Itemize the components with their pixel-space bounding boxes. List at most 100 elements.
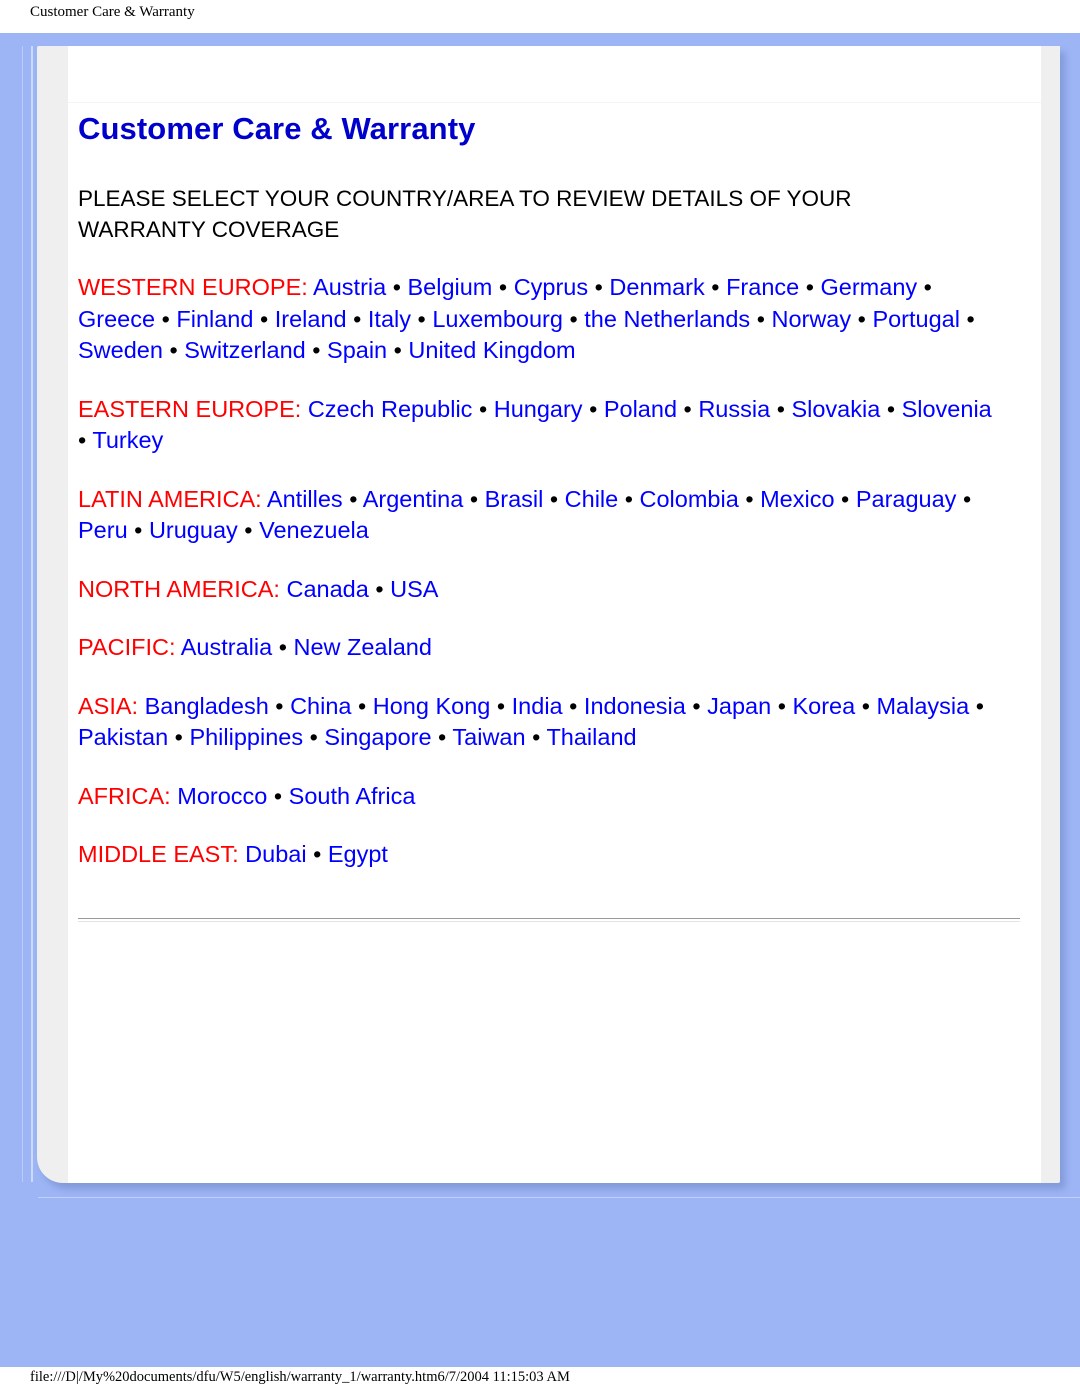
country-link[interactable]: Peru — [78, 517, 128, 543]
country-link[interactable]: Dubai — [245, 841, 306, 867]
region-label: AFRICA: — [78, 782, 171, 809]
bullet-separator: • — [855, 692, 877, 719]
bullet-separator: • — [969, 692, 984, 719]
country-link[interactable]: Austria — [313, 274, 386, 300]
country-link[interactable]: Thailand — [546, 724, 636, 750]
country-link[interactable]: Portugal — [872, 306, 960, 332]
bullet-separator: • — [303, 724, 325, 751]
region-label: EASTERN EUROPE: — [78, 395, 302, 422]
bullet-separator: • — [78, 427, 93, 454]
region-row: NORTH AMERICA: Canada • USA — [78, 547, 998, 606]
country-link[interactable]: South Africa — [289, 783, 416, 809]
country-link[interactable]: Argentina — [363, 486, 464, 512]
bullet-separator: • — [562, 692, 584, 719]
country-link[interactable]: USA — [390, 576, 438, 602]
country-link[interactable]: Japan — [707, 693, 771, 719]
bullet-separator: • — [237, 517, 260, 544]
country-link[interactable]: Colombia — [640, 486, 739, 512]
region-label: LATIN AMERICA: — [78, 485, 262, 512]
bullet-separator: • — [168, 724, 190, 751]
country-link[interactable]: Uruguay — [149, 517, 238, 543]
region-row: PACIFIC: Australia • New Zealand — [78, 605, 998, 664]
country-link[interactable]: Denmark — [609, 274, 704, 300]
country-link[interactable]: Hungary — [494, 396, 583, 422]
country-link[interactable]: Switzerland — [184, 337, 305, 363]
country-link[interactable]: United Kingdom — [408, 337, 575, 363]
country-link[interactable]: France — [726, 274, 799, 300]
country-link[interactable]: Taiwan — [452, 724, 525, 750]
bullet-separator: • — [618, 485, 640, 512]
bullet-separator: • — [582, 395, 604, 422]
country-link[interactable]: Cyprus — [514, 274, 588, 300]
country-link[interactable]: Pakistan — [78, 724, 168, 750]
bullet-separator: • — [956, 485, 972, 512]
country-link[interactable]: Spain — [327, 337, 387, 363]
bullet-separator: • — [342, 485, 363, 512]
country-link[interactable]: Venezuela — [259, 517, 369, 543]
country-link[interactable]: Belgium — [407, 274, 492, 300]
section-divider — [78, 917, 1020, 922]
country-link[interactable]: Slovenia — [902, 396, 992, 422]
country-link[interactable]: Antilles — [267, 486, 343, 512]
bullet-separator: • — [162, 337, 185, 364]
country-link[interactable]: Norway — [771, 306, 851, 332]
bullet-separator: • — [267, 782, 289, 809]
country-link[interactable]: Australia — [181, 634, 272, 660]
country-link[interactable]: Paraguay — [856, 486, 957, 512]
region-row: MIDDLE EAST: Dubai • Egypt — [78, 812, 998, 871]
bullet-separator: • — [346, 305, 368, 332]
country-link[interactable]: Korea — [792, 693, 855, 719]
country-link[interactable]: Indonesia — [584, 693, 686, 719]
region-row: EASTERN EUROPE: Czech Republic • Hungary… — [78, 367, 998, 457]
bullet-separator: • — [543, 485, 565, 512]
bullet-separator: • — [851, 305, 873, 332]
bullet-separator: • — [525, 724, 547, 751]
country-link[interactable]: Finland — [176, 306, 253, 332]
left-rule-inner — [31, 46, 33, 1182]
left-rule-outer — [22, 46, 23, 1182]
bullet-separator: • — [704, 274, 727, 301]
country-link[interactable]: Slovakia — [791, 396, 880, 422]
country-link[interactable]: Mexico — [760, 486, 834, 512]
country-link[interactable]: Luxembourg — [432, 306, 563, 332]
country-link[interactable]: Chile — [565, 486, 619, 512]
country-link[interactable]: Morocco — [177, 783, 267, 809]
country-link[interactable]: Malaysia — [876, 693, 969, 719]
region-list: WESTERN EUROPE: Austria • Belgium • Cypr… — [78, 245, 998, 871]
country-link[interactable]: Sweden — [78, 337, 163, 363]
country-link[interactable]: Canada — [286, 576, 368, 602]
country-link[interactable]: Russia — [698, 396, 770, 422]
sheet-seam — [68, 102, 1041, 103]
region-label: ASIA: — [78, 692, 139, 719]
region-row: WESTERN EUROPE: Austria • Belgium • Cypr… — [78, 245, 998, 367]
country-link[interactable]: India — [512, 693, 563, 719]
country-link[interactable]: Poland — [604, 396, 677, 422]
bullet-separator: • — [305, 337, 328, 364]
bullet-separator: • — [738, 485, 761, 512]
region-label: PACIFIC: — [78, 634, 176, 661]
region-row: AFRICA: Morocco • South Africa — [78, 754, 998, 813]
region-label: MIDDLE EAST: — [78, 841, 239, 868]
region-row: LATIN AMERICA: Antilles • Argentina • Br… — [78, 457, 998, 547]
country-link[interactable]: Egypt — [328, 841, 388, 867]
country-link[interactable]: the Netherlands — [584, 306, 750, 332]
country-link[interactable]: Czech Republic — [308, 396, 473, 422]
country-link[interactable]: Ireland — [275, 306, 347, 332]
country-link[interactable]: Hong Kong — [373, 693, 491, 719]
country-link[interactable]: Philippines — [189, 724, 303, 750]
country-link[interactable]: China — [290, 693, 351, 719]
content-area: Customer Care & Warranty PLEASE SELECT Y… — [78, 110, 1020, 930]
bullet-separator: • — [959, 305, 975, 332]
country-link[interactable]: Turkey — [92, 427, 163, 453]
country-link[interactable]: Brasil — [485, 486, 544, 512]
bullet-separator: • — [386, 274, 408, 301]
bullet-separator: • — [411, 305, 433, 332]
country-link[interactable]: Bangladesh — [145, 693, 269, 719]
bullet-separator: • — [272, 634, 294, 661]
country-link[interactable]: Singapore — [324, 724, 431, 750]
country-link[interactable]: New Zealand — [293, 634, 431, 660]
country-link[interactable]: Greece — [78, 306, 155, 332]
country-link[interactable]: Italy — [368, 306, 411, 332]
bullet-separator: • — [492, 274, 514, 301]
country-link[interactable]: Germany — [821, 274, 918, 300]
